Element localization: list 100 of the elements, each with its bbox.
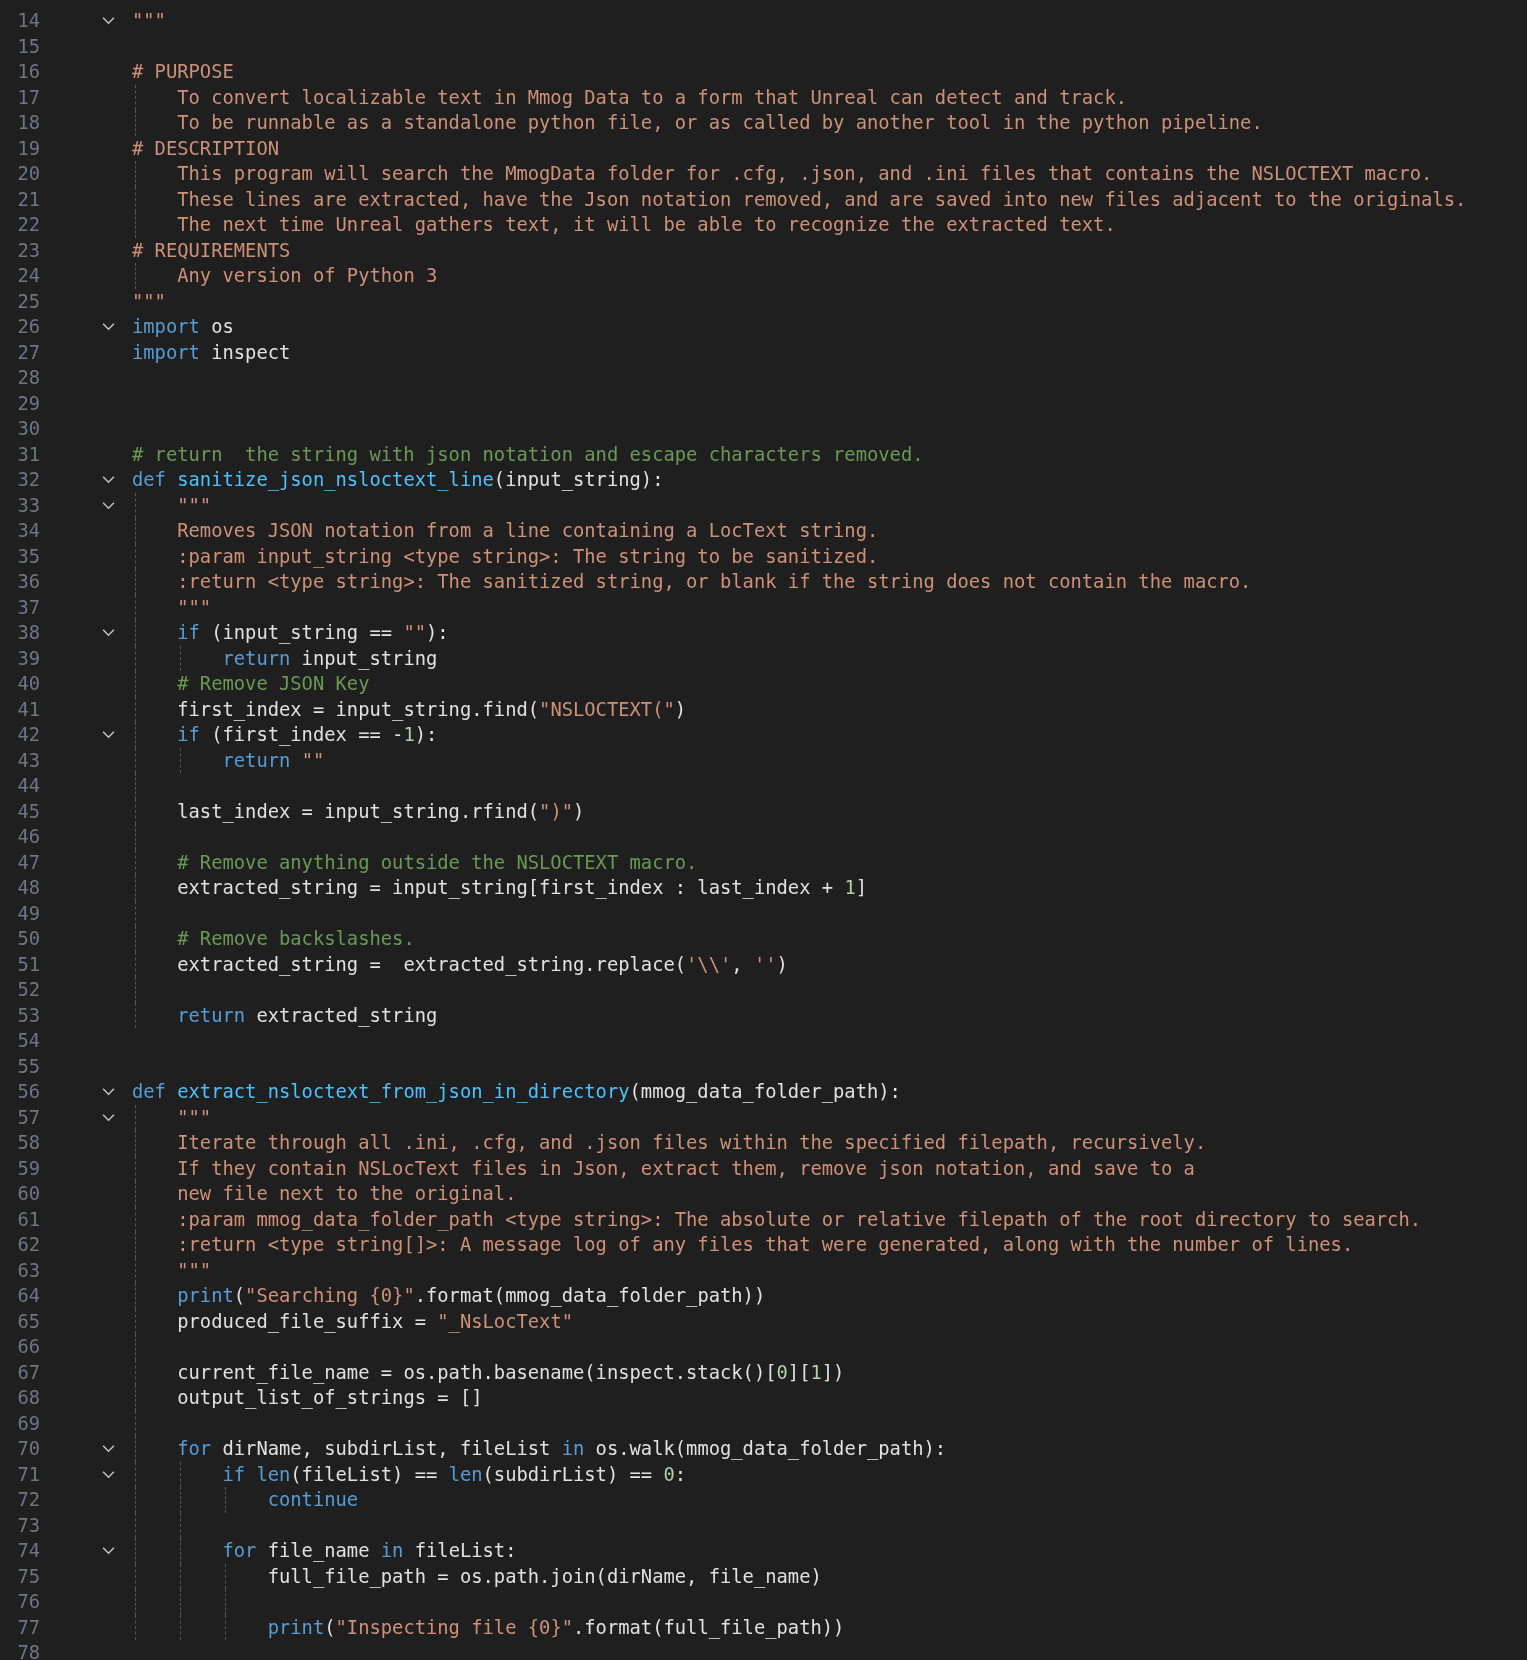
- line-number: 68: [16, 1386, 40, 1410]
- line-number: 63: [16, 1258, 40, 1283]
- chevron-down-icon[interactable]: [102, 475, 115, 485]
- line-number: 69: [16, 1411, 40, 1436]
- line-number: 43: [16, 748, 40, 773]
- line-number: 70: [16, 1437, 40, 1461]
- code-line: def sanitize_json_nsloctext_line(input_string):: [132, 469, 664, 490]
- code-line: print("Inspecting file {0}".format(full_file_path)): [267, 1616, 845, 1638]
- chevron-down-icon[interactable]: [102, 1444, 115, 1454]
- code-line: return extracted_string: [177, 1004, 438, 1026]
- line-number: 59: [16, 1156, 40, 1181]
- chevron-down-icon[interactable]: [102, 1546, 115, 1556]
- line-number: 38: [16, 621, 40, 645]
- code-line: import os: [132, 316, 234, 337]
- code-line: """: [177, 494, 212, 516]
- line-number: 46: [16, 825, 40, 849]
- line-number: 48: [16, 876, 40, 900]
- line-number: 78: [16, 1641, 40, 1660]
- code-line: extracted_string = input_string[first_index : last_index + 1]: [177, 877, 867, 898]
- line-number: 60: [16, 1182, 40, 1206]
- line-number: 57: [16, 1105, 40, 1130]
- line-number: 51: [16, 952, 40, 977]
- code-line: :param input_string <type string>: The string to be sanitized.: [177, 545, 879, 567]
- line-number: 35: [16, 544, 40, 569]
- line-number: 41: [16, 697, 40, 722]
- chevron-down-icon[interactable]: [102, 16, 115, 26]
- code-line: return input_string: [222, 647, 438, 669]
- line-number: 67: [16, 1360, 40, 1385]
- line-number: 21: [16, 187, 40, 212]
- line-number: 65: [16, 1309, 40, 1334]
- line-number: 74: [16, 1539, 40, 1563]
- code-line: """: [177, 596, 212, 618]
- code-line: Any version of Python 3: [177, 265, 438, 286]
- line-number: 64: [16, 1284, 40, 1308]
- line-number: 26: [16, 315, 40, 339]
- line-number: 77: [16, 1615, 40, 1640]
- line-number: 44: [16, 774, 40, 798]
- line-number: 23: [16, 238, 40, 263]
- line-number: 18: [16, 111, 40, 135]
- line-number: 53: [16, 1003, 40, 1028]
- chevron-down-icon[interactable]: [102, 1112, 115, 1122]
- code-line: """: [132, 10, 166, 31]
- code-line: # REQUIREMENTS: [132, 239, 291, 261]
- line-number: 36: [16, 570, 40, 594]
- line-number: 62: [16, 1233, 40, 1257]
- line-number: 54: [16, 1029, 40, 1053]
- code-line: return "": [222, 749, 325, 771]
- chevron-down-icon[interactable]: [102, 628, 115, 638]
- code-line: :param mmog_data_folder_path <type string>: The absolute or relative filepath of the root directory to search.: [177, 1208, 1422, 1230]
- chevron-down-icon[interactable]: [102, 1087, 115, 1097]
- code-line: for file_name in fileList:: [222, 1540, 517, 1561]
- chevron-down-icon[interactable]: [102, 322, 115, 332]
- line-number: 15: [16, 34, 40, 59]
- chevron-down-icon[interactable]: [102, 730, 115, 740]
- line-number: 75: [16, 1564, 40, 1589]
- line-number: 34: [16, 519, 40, 543]
- line-number: 16: [16, 60, 40, 84]
- code-line: def extract_nsloctext_from_json_in_directory(mmog_data_folder_path):: [132, 1081, 901, 1102]
- line-number: 50: [16, 927, 40, 951]
- code-line: :return <type string>: The sanitized string, or blank if the string does not contain the macro.: [177, 571, 1252, 592]
- line-number: 49: [16, 901, 40, 926]
- line-number: 31: [16, 442, 40, 467]
- line-number: 40: [16, 672, 40, 696]
- line-number: 45: [16, 799, 40, 824]
- line-number: 52: [16, 978, 40, 1002]
- line-number: 17: [16, 85, 40, 110]
- code-line: full_file_path = os.path.join(dirName, file_name): [267, 1565, 822, 1587]
- line-number: 29: [16, 391, 40, 416]
- line-number: 30: [16, 417, 40, 441]
- code-line: first_index = input_string.find("NSLOCTEXT("): [177, 698, 687, 720]
- line-number: 28: [16, 366, 40, 390]
- code-line: # Remove backslashes.: [177, 928, 415, 949]
- code-line: print("Searching {0}".format(mmog_data_folder_path)): [177, 1285, 766, 1306]
- line-number: 42: [16, 723, 40, 747]
- code-line: Removes JSON notation from a line containing a LocText string.: [177, 520, 879, 541]
- line-number: 19: [16, 136, 40, 161]
- code-line: if len(fileList) == len(subdirList) == 0:: [222, 1463, 687, 1485]
- code-line: This program will search the MmogData folder for .cfg, .json, and .ini files that contains the NSLOCTEXT macro.: [177, 163, 1433, 184]
- line-number: 24: [16, 264, 40, 288]
- code-line: These lines are extracted, have the Json notation removed, and are saved into new files adjacent to the originals.: [177, 188, 1467, 210]
- line-number: 66: [16, 1335, 40, 1359]
- code-line: :return <type string[]>: A message log of any files that were generated, along with the number of lines.: [177, 1234, 1354, 1255]
- line-number: 76: [16, 1590, 40, 1614]
- code-line: The next time Unreal gathers text, it will be able to recognize the extracted text.: [177, 214, 1116, 235]
- line-number: 20: [16, 162, 40, 186]
- code-line: for dirName, subdirList, fileList in os.walk(mmog_data_folder_path):: [177, 1438, 947, 1459]
- code-line: new file next to the original.: [177, 1183, 517, 1204]
- code-line: # PURPOSE: [132, 61, 234, 82]
- line-number: 55: [16, 1054, 40, 1079]
- line-number: 58: [16, 1131, 40, 1155]
- line-number: 22: [16, 213, 40, 237]
- chevron-down-icon[interactable]: [102, 500, 115, 510]
- chevron-down-icon[interactable]: [102, 1469, 115, 1479]
- code-line: # return the string with json notation and escape characters removed.: [132, 443, 924, 465]
- code-line: Iterate through all .ini, .cfg, and .json files within the specified filepath, recursively.: [177, 1132, 1207, 1153]
- code-line: import inspect: [132, 341, 291, 363]
- line-number: 14: [16, 9, 40, 33]
- line-number: 72: [16, 1488, 40, 1512]
- line-number: 37: [16, 595, 40, 620]
- code-line: """: [132, 290, 166, 312]
